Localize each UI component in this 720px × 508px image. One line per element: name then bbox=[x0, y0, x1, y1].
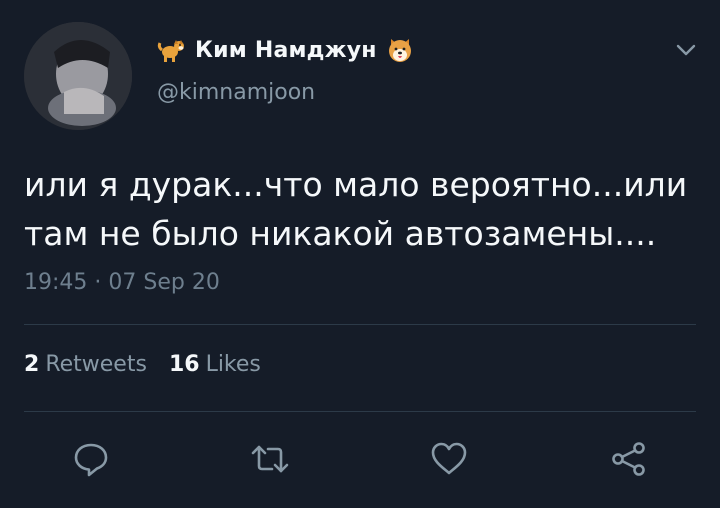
dog-emoji-icon bbox=[157, 35, 187, 65]
author-display-name[interactable]: Ким Намджун bbox=[195, 38, 377, 63]
like-button[interactable] bbox=[426, 436, 472, 482]
retweet-icon bbox=[249, 438, 291, 480]
author-name-row[interactable]: Ким Намджун bbox=[157, 33, 415, 67]
chevron-down-icon[interactable] bbox=[673, 40, 699, 60]
tweet-timestamp[interactable]: 19:45 · 07 Sep 20 bbox=[24, 270, 220, 295]
retweets-stat[interactable]: 2 Retweets bbox=[24, 352, 147, 377]
like-icon bbox=[428, 438, 470, 480]
likes-count: 16 bbox=[168, 352, 200, 377]
tweet-card: Ким Намджун @kimnamjoon или я дурак...чт… bbox=[0, 0, 720, 508]
reply-button[interactable] bbox=[68, 436, 114, 482]
share-icon bbox=[608, 438, 650, 480]
tweet-text: или я дурак...что мало вероятно...или та… bbox=[24, 165, 688, 253]
tweet-stats: 2 Retweets 16 Likes bbox=[24, 352, 261, 377]
likes-label: Likes bbox=[205, 352, 261, 377]
reply-icon bbox=[70, 438, 112, 480]
dog-face-emoji-icon bbox=[385, 35, 415, 65]
share-button[interactable] bbox=[606, 436, 652, 482]
retweets-count: 2 bbox=[24, 352, 40, 377]
retweets-label: Retweets bbox=[45, 352, 147, 377]
divider bbox=[24, 324, 696, 325]
author-handle[interactable]: @kimnamjoon bbox=[157, 80, 315, 105]
divider bbox=[24, 411, 696, 412]
likes-stat[interactable]: 16 Likes bbox=[169, 352, 261, 377]
avatar[interactable] bbox=[24, 22, 132, 130]
retweet-button[interactable] bbox=[247, 436, 293, 482]
